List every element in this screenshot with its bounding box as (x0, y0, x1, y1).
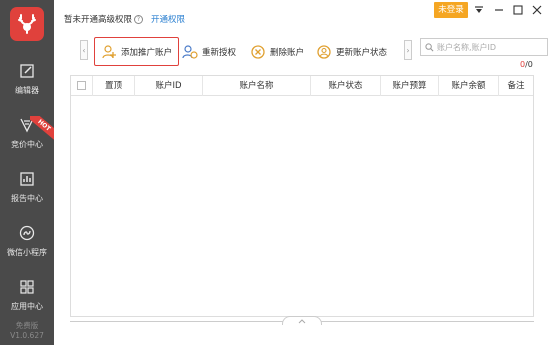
delete-icon (251, 44, 265, 59)
column-header-remarks[interactable]: 备注 (499, 76, 533, 96)
version-info: 免费版 V1.0.627 (0, 321, 54, 341)
update-status-button[interactable]: 更新账户状态 (310, 37, 393, 66)
accounts-table: 置顶 账户ID 账户名称 账户状态 账户预算 账户余额 备注 (70, 75, 534, 317)
select-all-cell (71, 76, 93, 96)
close-button[interactable] (530, 3, 544, 17)
mini-program-icon (19, 225, 35, 241)
permission-message: 暂未开通高级权限 (64, 15, 133, 25)
column-header-pin[interactable]: 置顶 (93, 76, 135, 96)
reauthorize-button[interactable]: 重新授权 (176, 37, 242, 66)
main-panel: 暂未开通高级权限 ? 开通权限 未登录 ‹ 添加推广账户 重新授权 删除账户 更… (54, 0, 550, 345)
search-input[interactable] (437, 42, 547, 52)
sidebar-item-reports[interactable]: 报告中心 (0, 170, 54, 220)
edit-icon (20, 64, 34, 78)
sidebar-item-editor[interactable]: 编辑器 (0, 62, 54, 112)
chevron-down-icon (475, 6, 483, 13)
sidebar-item-label: 编辑器 (15, 86, 39, 95)
reauthorize-icon (182, 44, 198, 59)
add-account-label: 添加推广账户 (121, 47, 173, 58)
close-icon (532, 5, 542, 15)
add-account-button[interactable]: 添加推广账户 (94, 37, 180, 66)
update-status-label: 更新账户状态 (336, 47, 388, 58)
delete-account-label: 删除账户 (270, 47, 305, 58)
hot-badge-text: HOT (30, 116, 54, 140)
table-header: 置顶 账户ID 账户名称 账户状态 账户预算 账户余额 备注 (71, 76, 533, 96)
toolbar: ‹ 添加推广账户 重新授权 删除账户 更新账户状态 › 账户名称,账户ID (70, 34, 548, 70)
sidebar-item-label: 报告中心 (11, 194, 43, 203)
maximize-button[interactable] (511, 3, 525, 17)
app-logo (10, 7, 44, 41)
column-header-account-status[interactable]: 账户状态 (311, 76, 381, 96)
column-header-account-name[interactable]: 账户名称 (203, 76, 311, 96)
dropdown-menu-button[interactable] (472, 3, 486, 17)
antler-logo-icon (18, 14, 36, 34)
search-icon (425, 42, 434, 51)
version-label: V1.0.627 (10, 331, 44, 340)
minimize-icon (495, 9, 503, 11)
maximize-icon (513, 5, 523, 15)
permission-notice: 暂未开通高级权限 ? 开通权限 (64, 13, 185, 25)
search-box[interactable] (420, 38, 548, 56)
enable-permission-link[interactable]: 开通权限 (151, 13, 185, 25)
report-icon (20, 172, 34, 186)
selected-count: 0 (520, 60, 526, 69)
sidebar: 编辑器 HOT 竞价中心 报告中心 微信小程序 应用中心 免费版 V1.0.62… (0, 0, 54, 345)
edition-label: 免费版 (15, 321, 39, 330)
add-user-icon (102, 44, 116, 58)
sidebar-item-mini-program[interactable]: 微信小程序 (0, 224, 54, 274)
account-count: 0/0 (520, 60, 533, 69)
toolbar-scroll-right[interactable]: › (404, 40, 412, 60)
select-all-checkbox[interactable] (77, 81, 86, 90)
sidebar-item-label: 应用中心 (11, 302, 43, 311)
sidebar-item-bidding[interactable]: HOT 竞价中心 (0, 116, 54, 166)
delete-account-button[interactable]: 删除账户 (244, 37, 310, 66)
collapse-panel-handle[interactable] (282, 316, 322, 325)
help-icon[interactable]: ? (134, 14, 144, 24)
toolbar-scroll-left[interactable]: ‹ (80, 40, 88, 60)
reauthorize-label: 重新授权 (202, 47, 237, 58)
sidebar-item-label: 竞价中心 (11, 140, 43, 149)
sidebar-item-label: 微信小程序 (7, 248, 47, 257)
apps-icon (20, 280, 34, 294)
refresh-user-icon (317, 44, 331, 59)
hot-badge: HOT (30, 116, 54, 140)
column-header-account-budget[interactable]: 账户预算 (381, 76, 439, 96)
login-button[interactable]: 未登录 (434, 2, 468, 18)
chevron-up-icon (298, 318, 306, 323)
column-header-account-id[interactable]: 账户ID (135, 76, 203, 96)
total-count: 0 (527, 60, 533, 69)
minimize-button[interactable] (492, 3, 506, 17)
column-header-account-balance[interactable]: 账户余额 (439, 76, 499, 96)
